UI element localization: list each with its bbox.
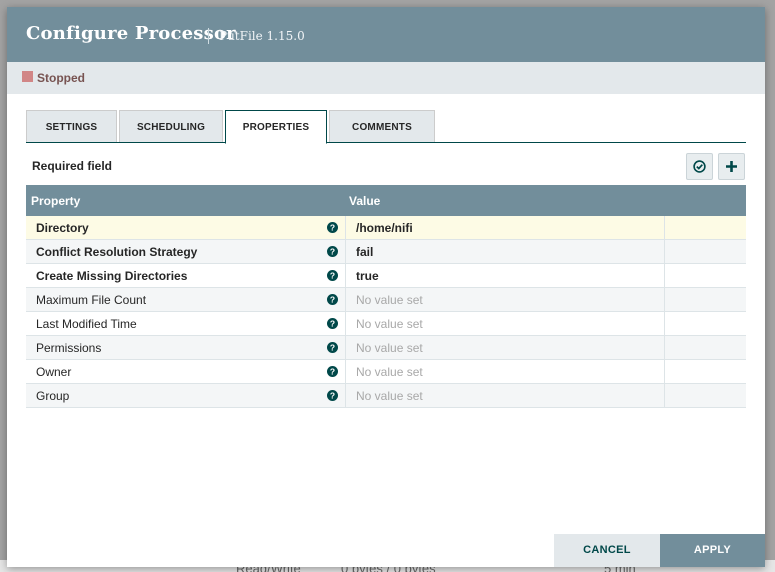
property-name: Conflict Resolution Strategy [36,245,198,259]
property-name: Group [36,389,70,403]
property-name: Maximum File Count [36,293,147,307]
table-row[interactable]: Group? No value set [26,384,746,408]
required-field-label: Required field [32,159,113,173]
column-divider [345,312,346,336]
svg-text:?: ? [330,367,335,377]
help-icon[interactable]: ? [327,390,338,401]
help-icon[interactable]: ? [327,246,338,257]
help-icon[interactable]: ? [327,294,338,305]
property-value[interactable]: No value set [356,365,423,379]
property-value[interactable]: No value set [356,341,423,355]
tab-properties[interactable]: PROPERTIES [225,110,327,144]
plus-icon [726,161,737,172]
properties-table: Property Value Directory? /home/nifi Confl… [26,185,746,408]
help-icon[interactable]: ? [327,270,338,281]
table-row[interactable]: Permissions? No value set [26,336,746,360]
svg-text:?: ? [330,295,335,305]
table-row[interactable]: Maximum File Count? No value set [26,288,746,312]
dialog-subtitle: PutFile 1.15.0 [219,29,305,43]
column-divider [664,216,665,240]
column-divider [345,264,346,288]
dialog-header: Configure Processor PutFile 1.15.0 [7,7,765,62]
property-name: Create Missing Directories [36,269,188,283]
column-divider [345,336,346,360]
status-label: Stopped [37,71,85,85]
column-divider [345,384,346,408]
column-divider [345,240,346,264]
property-name: Directory [36,221,89,235]
header-property: Property [31,194,81,208]
svg-text:?: ? [330,343,335,353]
column-divider [664,288,665,312]
column-divider [664,360,665,384]
column-divider [664,312,665,336]
help-icon[interactable]: ? [327,222,338,233]
property-value[interactable]: /home/nifi [356,221,413,235]
apply-button[interactable]: APPLY [660,534,765,567]
table-row[interactable]: Last Modified Time? No value set [26,312,746,336]
svg-text:?: ? [330,391,335,401]
tab-settings[interactable]: SETTINGS [26,110,117,142]
property-name: Owner [36,365,72,379]
property-value[interactable]: true [356,269,379,283]
header-value: Value [349,194,381,208]
tab-comments[interactable]: COMMENTS [329,110,435,142]
column-divider [345,288,346,312]
help-icon[interactable]: ? [327,342,338,353]
configure-processor-dialog: Configure Processor PutFile 1.15.0 Stopp… [7,7,765,567]
property-value[interactable]: No value set [356,317,423,331]
help-icon[interactable]: ? [327,318,338,329]
help-icon[interactable]: ? [327,366,338,377]
stopped-status-icon [22,71,33,82]
processor-status-bar: Stopped [7,62,765,94]
table-body: Directory? /home/nifi Conflict Resolution … [26,216,746,408]
property-value[interactable]: No value set [356,293,423,307]
verify-properties-button[interactable] [686,153,713,180]
tab-scheduling[interactable]: SCHEDULING [119,110,223,142]
column-divider [664,336,665,360]
property-value[interactable]: fail [356,245,373,259]
cancel-button[interactable]: CANCEL [554,534,660,567]
table-row[interactable]: Create Missing Directories? true [26,264,746,288]
property-name: Last Modified Time [36,317,137,331]
table-row[interactable]: Owner? No value set [26,360,746,384]
column-divider [664,240,665,264]
svg-text:?: ? [330,223,335,233]
add-property-button[interactable] [718,153,745,180]
table-row[interactable]: Conflict Resolution Strategy? fail [26,240,746,264]
table-row[interactable]: Directory? /home/nifi [26,216,746,240]
table-header: Property Value [26,185,746,216]
tab-bar: SETTINGS SCHEDULING PROPERTIES COMMENTS [26,110,746,144]
column-divider [664,264,665,288]
title-divider [208,28,209,44]
svg-text:?: ? [330,247,335,257]
svg-text:?: ? [330,271,335,281]
property-name: Permissions [36,341,102,355]
column-divider [664,384,665,408]
check-circle-icon [693,160,706,173]
column-divider [345,360,346,384]
dialog-title: Configure Processor [26,23,236,44]
column-divider [345,216,346,240]
property-value[interactable]: No value set [356,389,423,403]
svg-text:?: ? [330,319,335,329]
tab-underline [26,142,746,143]
